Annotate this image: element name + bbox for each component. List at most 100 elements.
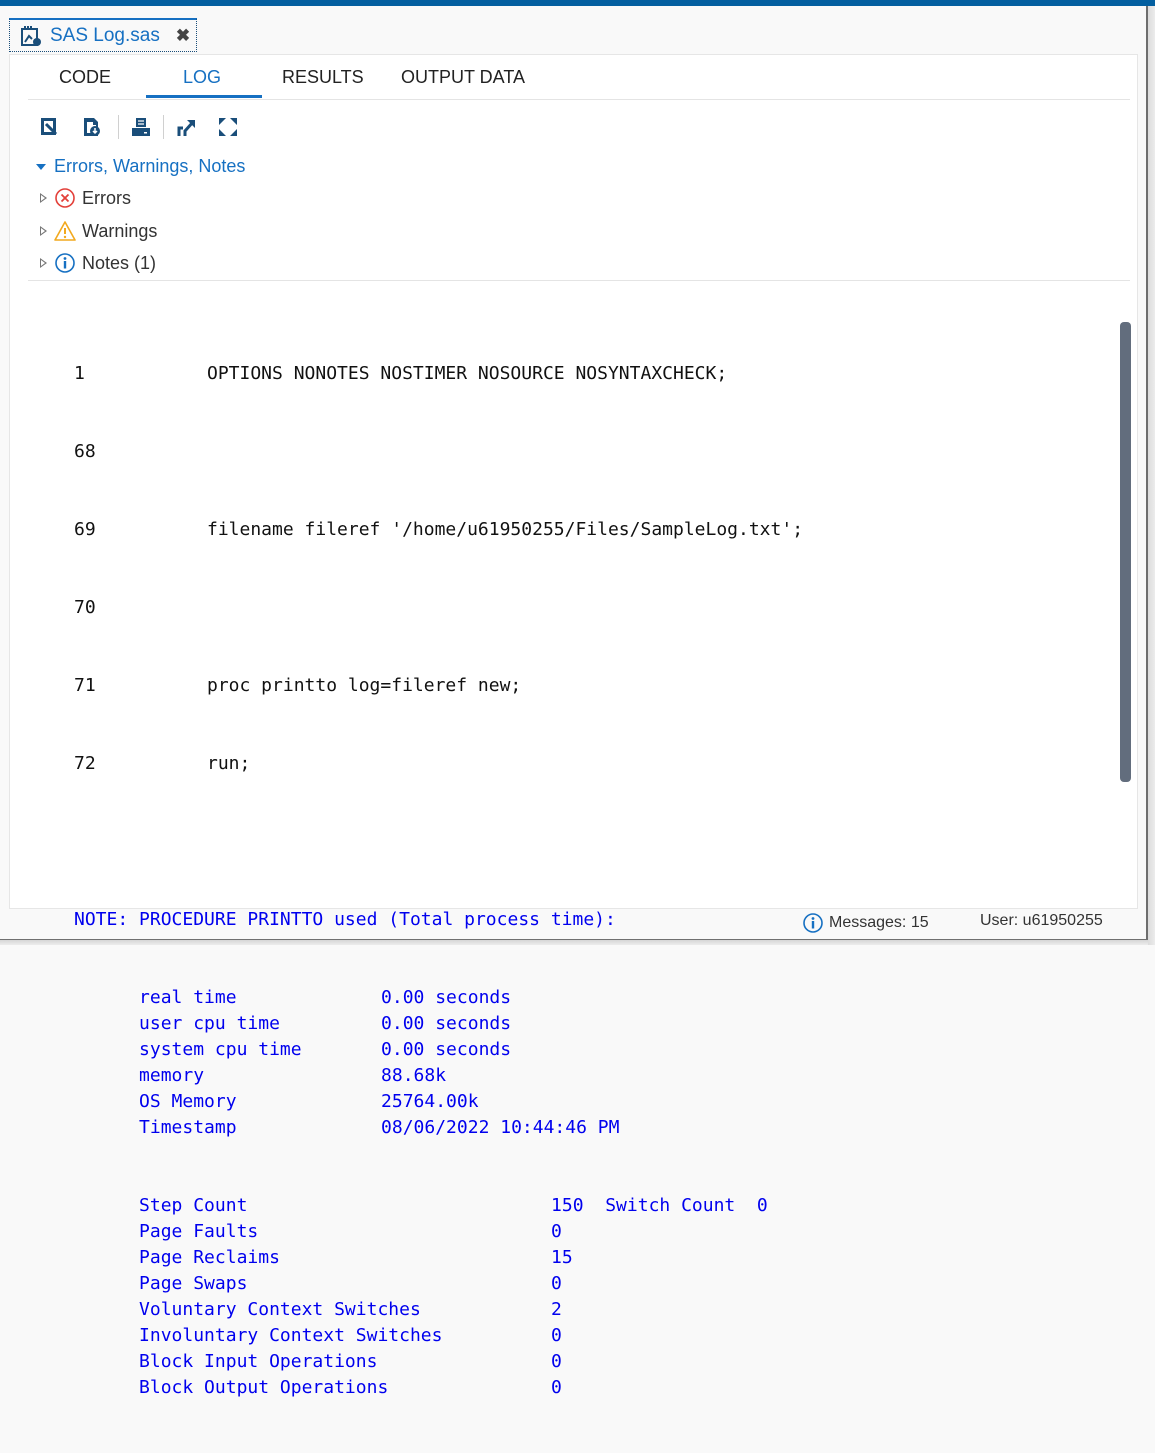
toolbar-divider	[118, 115, 119, 139]
tab-output-data[interactable]: OUTPUT DATA	[401, 67, 525, 88]
stat-label: system cpu time	[139, 1039, 302, 1060]
caret-down-icon	[36, 163, 46, 170]
log-source-line: 72 run;	[74, 751, 1114, 777]
log-panel: CODE LOG RESULTS OUTPUT DATA Errors, War…	[9, 54, 1138, 1398]
window-edge	[0, 939, 1148, 945]
tree-item-notes[interactable]: Notes (1)	[40, 252, 156, 274]
counter-value: 150 Switch Count 0	[551, 1195, 768, 1216]
counter-value: 0	[551, 1325, 562, 1346]
maximize-icon	[219, 118, 237, 136]
popout-button[interactable]	[174, 115, 198, 139]
active-tab-indicator	[146, 95, 262, 98]
print-button[interactable]	[129, 115, 153, 139]
counter-label: Block Output Operations	[139, 1377, 389, 1398]
stat-label: real time	[139, 987, 237, 1008]
note-counter-row: Voluntary Context Switches 2	[74, 1297, 1114, 1323]
stat-value: 0.00 seconds	[381, 987, 512, 1008]
log-source-line: 71 proc printto log=fileref new;	[74, 673, 1114, 699]
counter-label: Page Swaps	[139, 1273, 248, 1294]
errors-warnings-notes-label: Errors, Warnings, Notes	[54, 156, 246, 176]
tree-item-label: Notes (1)	[82, 252, 157, 273]
expand-triangle-icon	[40, 193, 47, 203]
line-number: 72	[74, 753, 96, 774]
stat-label: memory	[139, 1065, 205, 1086]
counter-value: 15	[551, 1247, 573, 1268]
note-stat-row: Timestamp 08/06/2022 10:44:46 PM	[74, 1115, 1114, 1141]
log-toolbar	[38, 113, 240, 141]
file-tab[interactable]: SAS Log.sas ✖	[9, 18, 197, 52]
note-counters: Step Count 150 Switch Count 0 Page Faults…	[74, 1193, 1114, 1401]
print-icon	[132, 118, 150, 136]
counter-value: 0	[551, 1377, 562, 1398]
source-code: filename fileref '/home/u61950255/Files/…	[207, 519, 804, 540]
sas-log-file-icon	[21, 25, 41, 46]
window-top-bar	[0, 0, 1155, 6]
counter-value: 0	[551, 1221, 562, 1242]
line-number: 1	[74, 363, 85, 384]
log-source-line: 70	[74, 595, 1114, 621]
close-icon[interactable]: ✖	[176, 26, 190, 46]
tree-item-label: Errors	[82, 187, 131, 208]
stat-value: 0.00 seconds	[381, 1039, 512, 1060]
info-icon	[55, 253, 75, 273]
maximize-button[interactable]	[216, 115, 240, 139]
errors-warnings-notes-toggle[interactable]: Errors, Warnings, Notes	[36, 156, 245, 177]
line-number: 68	[74, 441, 96, 462]
note-stat-row: system cpu time 0.00 seconds	[74, 1037, 1114, 1063]
status-messages[interactable]: Messages: 15	[802, 912, 929, 934]
stat-value: 08/06/2022 10:44:46 PM	[381, 1117, 620, 1138]
tree-item-errors[interactable]: Errors	[40, 187, 131, 209]
toolbar-divider	[163, 115, 164, 139]
save-log-button[interactable]	[38, 115, 62, 139]
note-stat-row: memory 88.68k	[74, 1063, 1114, 1089]
note-counter-row: Block Output Operations 0	[74, 1375, 1114, 1401]
line-number: 71	[74, 675, 96, 696]
status-user: User: u61950255	[980, 912, 1103, 930]
note-stat-row: OS Memory 25764.00k	[74, 1089, 1114, 1115]
vertical-scrollbar-thumb[interactable]	[1120, 322, 1131, 782]
counter-label: Page Reclaims	[139, 1247, 280, 1268]
source-code: run;	[207, 753, 251, 774]
counter-label: Voluntary Context Switches	[139, 1299, 421, 1320]
note-stat-row: real time 0.00 seconds	[74, 985, 1114, 1011]
stat-label: Timestamp	[139, 1117, 237, 1138]
window-edge	[1146, 6, 1155, 945]
note-counter-row: Step Count 150 Switch Count 0	[74, 1193, 1114, 1219]
log-source-line: 1 OPTIONS NONOTES NOSTIMER NOSOURCE NOSYN…	[74, 361, 1114, 387]
counter-value: 0	[551, 1273, 562, 1294]
stat-label: user cpu time	[139, 1013, 280, 1034]
expand-triangle-icon	[40, 226, 47, 236]
download-log-button[interactable]	[80, 115, 104, 139]
tab-log[interactable]: LOG	[183, 67, 221, 88]
divider	[28, 280, 1130, 281]
line-number: 70	[74, 597, 96, 618]
warning-icon	[54, 221, 76, 241]
counter-label: Step Count	[139, 1195, 248, 1216]
source-code: OPTIONS NONOTES NOSTIMER NOSOURCE NOSYNT…	[207, 363, 728, 384]
save-log-icon	[41, 118, 58, 136]
counter-label: Involuntary Context Switches	[139, 1325, 443, 1346]
expand-triangle-icon	[40, 258, 47, 268]
line-number: 69	[74, 519, 96, 540]
note-counter-row: Involuntary Context Switches 0	[74, 1323, 1114, 1349]
note-counter-row: Page Swaps 0	[74, 1271, 1114, 1297]
user-label: User: u61950255	[980, 912, 1103, 929]
download-log-icon	[84, 118, 100, 136]
log-source-line: 69 filename fileref '/home/u61950255/File…	[74, 517, 1114, 543]
tab-results[interactable]: RESULTS	[282, 67, 364, 88]
tab-code[interactable]: CODE	[59, 67, 111, 88]
note-header: NOTE: PROCEDURE PRINTTO used (Total proc…	[74, 909, 616, 930]
note-stats: real time 0.00 seconds user cpu time 0.00 …	[74, 985, 1114, 1141]
note-counter-row: Page Faults 0	[74, 1219, 1114, 1245]
counter-value: 0	[551, 1351, 562, 1372]
note-stat-row: user cpu time 0.00 seconds	[74, 1011, 1114, 1037]
source-code: proc printto log=fileref new;	[207, 675, 522, 696]
note-counter-row: Page Reclaims 15	[74, 1245, 1114, 1271]
log-source-line: 68	[74, 439, 1114, 465]
counter-label: Block Input Operations	[139, 1351, 378, 1372]
stat-value: 88.68k	[381, 1065, 447, 1086]
counter-label: Page Faults	[139, 1221, 259, 1242]
tree-item-warnings[interactable]: Warnings	[40, 220, 157, 242]
stat-value: 0.00 seconds	[381, 1013, 512, 1034]
